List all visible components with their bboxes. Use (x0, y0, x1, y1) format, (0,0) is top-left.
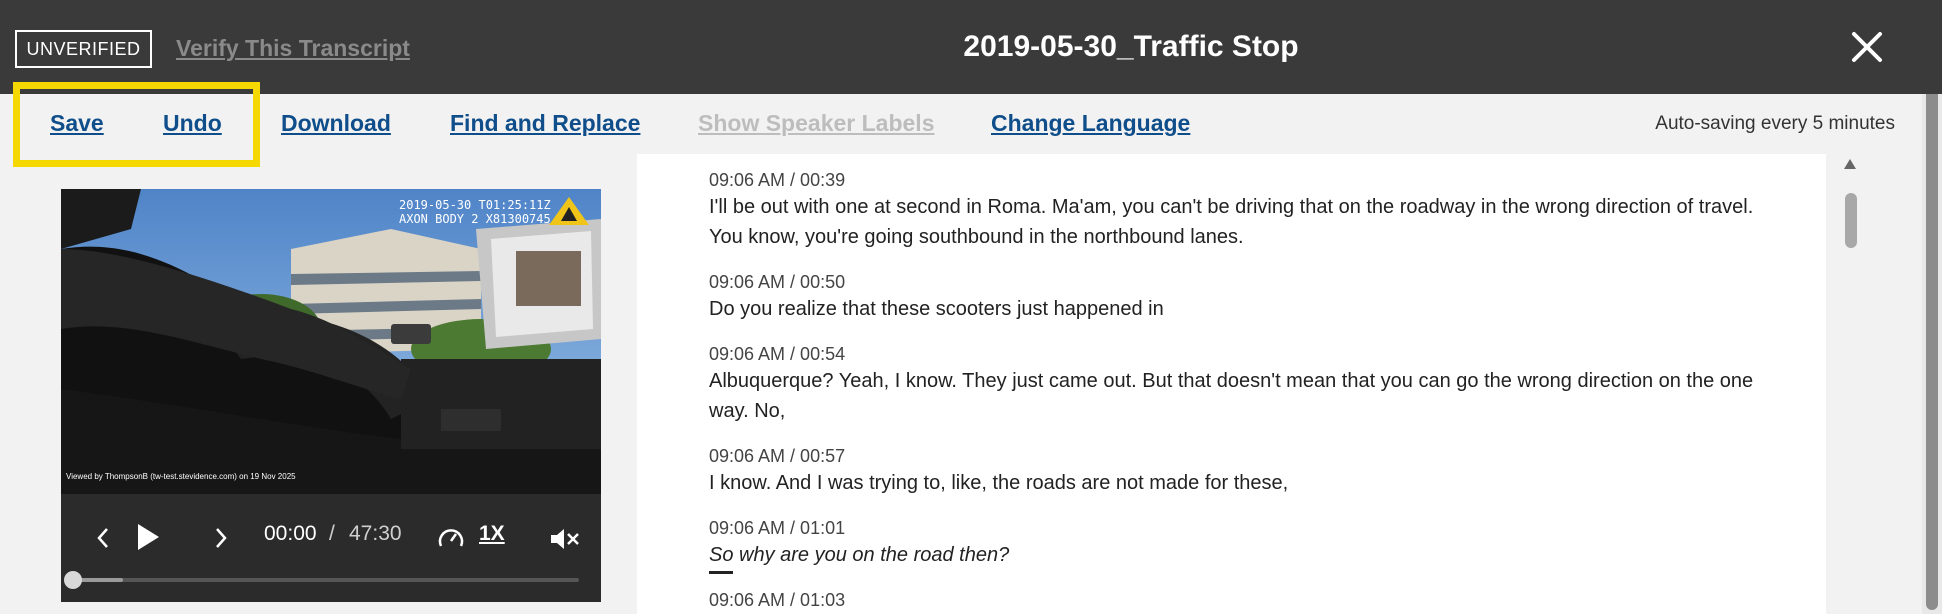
modal-header: UNVERIFIED Verify This Transcript 2019-0… (0, 0, 1942, 94)
time-separator: / (329, 522, 335, 545)
video-still-image: 2019-05-30 T01:25:11Z AXON BODY 2 X81300… (61, 189, 601, 494)
transcript-text[interactable]: I'll be out with one at second in Roma. … (709, 192, 1789, 252)
next-icon[interactable] (213, 526, 229, 550)
previous-icon[interactable] (95, 526, 111, 550)
video-controls: 00:00 / 47:30 1X (61, 494, 601, 602)
playback-speed-icon[interactable] (437, 526, 465, 552)
undo-button[interactable]: Undo (163, 110, 222, 137)
transcript-text[interactable]: Do you realize that these scooters just … (709, 294, 1789, 324)
text-cursor (709, 571, 733, 574)
transcript-timestamp: 09:06 AM / 00:50 (709, 272, 846, 292)
change-language-button[interactable]: Change Language (991, 110, 1190, 137)
page-title: 2019-05-30_Traffic Stop (963, 30, 1299, 63)
transcript-entry[interactable]: 09:06 AM / 00:50 Do you realize that the… (709, 270, 1789, 324)
transcript-pane: 09:06 AM / 00:39 I'll be out with one at… (637, 154, 1826, 614)
video-overlay-timestamp: 2019-05-30 T01:25:11Z (399, 198, 551, 212)
mute-icon[interactable] (549, 526, 581, 552)
transcript-timestamp: 09:06 AM / 00:39 (709, 170, 846, 190)
transcript-timestamp: 09:06 AM / 01:01 (709, 518, 846, 538)
close-icon (1852, 32, 1882, 62)
transcript-timestamp: 09:06 AM / 00:57 (709, 446, 846, 466)
transcript-entry[interactable]: 09:06 AM / 01:03 (709, 588, 1789, 612)
show-speaker-labels-button[interactable]: Show Speaker Labels (698, 110, 934, 137)
playback-speed-button[interactable]: 1X (479, 522, 505, 546)
transcript-entry[interactable]: 09:06 AM / 01:01 So why are you on the r… (709, 516, 1789, 574)
close-button[interactable] (1850, 30, 1884, 64)
video-overlay-device: AXON BODY 2 X81300745 (399, 212, 551, 226)
progress-track[interactable] (73, 578, 579, 582)
scroll-up-icon[interactable] (1843, 158, 1857, 170)
transcript-text-active[interactable]: So why are you on the road then? (709, 540, 1789, 570)
window-scrollbar-thumb[interactable] (1926, 30, 1938, 610)
current-time: 00:00 (264, 522, 317, 545)
transcript-text[interactable]: I know. And I was trying to, like, the r… (709, 468, 1789, 498)
video-watermark: Viewed by ThompsonB (tw-test.stevidence.… (66, 472, 296, 481)
download-button[interactable]: Download (281, 110, 391, 137)
find-replace-button[interactable]: Find and Replace (450, 110, 640, 137)
transcript-text[interactable]: Albuquerque? Yeah, I know. They just cam… (709, 366, 1789, 426)
transcript-timestamp: 09:06 AM / 00:54 (709, 344, 846, 364)
transcript-scrollbar-thumb[interactable] (1845, 193, 1857, 248)
video-frame[interactable]: 2019-05-30 T01:25:11Z AXON BODY 2 X81300… (61, 189, 601, 494)
progress-handle[interactable] (64, 571, 82, 589)
save-button[interactable]: Save (50, 110, 104, 137)
transcript-entry[interactable]: 09:06 AM / 00:39 I'll be out with one at… (709, 168, 1789, 252)
play-icon[interactable] (135, 522, 161, 552)
autosave-status: Auto-saving every 5 minutes (1655, 113, 1895, 134)
transcript-entry[interactable]: 09:06 AM / 00:54 Albuquerque? Yeah, I kn… (709, 342, 1789, 426)
duration: 47:30 (349, 522, 402, 545)
transcript-entry[interactable]: 09:06 AM / 00:57 I know. And I was tryin… (709, 444, 1789, 498)
transcript-timestamp: 09:06 AM / 01:03 (709, 590, 846, 610)
